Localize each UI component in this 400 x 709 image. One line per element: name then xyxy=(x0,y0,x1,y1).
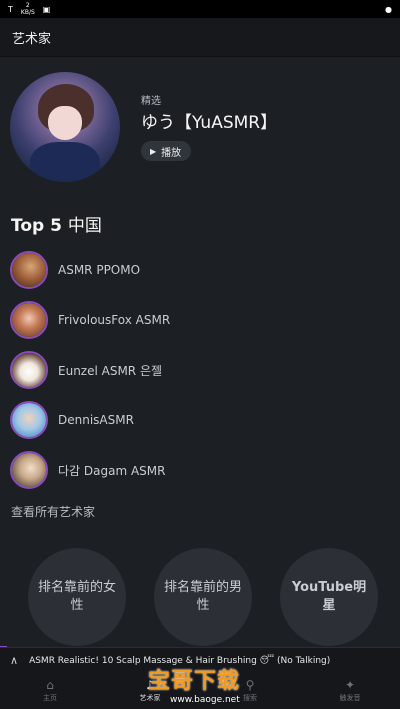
nav-item-label: 触发音 xyxy=(339,694,361,702)
image-icon: ▣ xyxy=(42,4,51,14)
category-youtube-stars[interactable]: YouTube明星 xyxy=(280,548,378,646)
featured-title[interactable]: ゆう【YuASMR】 xyxy=(141,108,277,133)
featured-avatar[interactable] xyxy=(10,72,120,182)
avatar[interactable] xyxy=(10,401,48,439)
category-top-male[interactable]: 排名靠前的男性 xyxy=(154,548,252,646)
home-icon: ⌂ xyxy=(46,678,54,692)
nav-item-label: 艺术家 xyxy=(139,694,161,702)
section-title-region: 中国 xyxy=(67,216,102,236)
artist-name[interactable]: DennisASMR xyxy=(58,413,134,427)
nav-item-triggers[interactable]: ✦ 触发音 xyxy=(300,673,400,709)
network-speed: 2 KB/S xyxy=(21,2,35,16)
bottom-nav: ⌂ 主页 ♪ 艺术家 ⚲ 搜索 ✦ 触发音 xyxy=(0,673,400,709)
avatar-body-shape xyxy=(30,142,100,182)
status-bar: T 2 KB/S ▣ ● xyxy=(0,0,400,18)
nav-item-label: 搜索 xyxy=(243,694,257,702)
page-title: 艺术家 xyxy=(12,31,52,47)
list-item[interactable]: ASMR PPOMO xyxy=(10,245,390,295)
sparkle-icon: ✦ xyxy=(344,678,356,692)
section-title-bold: Top 5 xyxy=(11,216,62,236)
network-speed-unit: KB/S xyxy=(20,9,35,16)
list-item[interactable]: 다감 Dagam ASMR xyxy=(10,445,390,495)
now-playing-bar[interactable]: ∧ ASMR Realistic! 10 Scalp Massage & Hai… xyxy=(0,647,400,673)
artist-icon: ♪ xyxy=(146,678,154,692)
artist-name[interactable]: ASMR PPOMO xyxy=(58,263,140,277)
avatar[interactable] xyxy=(10,451,48,489)
artist-name[interactable]: Eunzel ASMR 은젤 xyxy=(58,362,162,379)
play-icon: ▶ xyxy=(150,146,157,156)
network-speed-value: 2 xyxy=(25,2,30,9)
featured-artist[interactable]: 精选 ゆう【YuASMR】 ▶ 播放 xyxy=(10,72,390,182)
list-item[interactable]: FrivolousFox ASMR xyxy=(10,295,390,345)
avatar[interactable] xyxy=(10,351,48,389)
nav-item-home[interactable]: ⌂ 主页 xyxy=(0,673,100,709)
avatar-face-shape xyxy=(48,106,82,140)
artist-name[interactable]: FrivolousFox ASMR xyxy=(58,313,170,327)
list-item[interactable]: Eunzel ASMR 은젤 xyxy=(10,345,390,395)
section-title: Top 5 中国 xyxy=(11,211,102,236)
chevron-up-icon[interactable]: ∧ xyxy=(10,654,18,667)
nav-item-artists[interactable]: ♪ 艺术家 xyxy=(100,673,200,709)
search-icon: ⚲ xyxy=(245,678,255,692)
now-playing-title[interactable]: ASMR Realistic! 10 Scalp Massage & Hair … xyxy=(29,656,330,666)
list-item[interactable]: DennisASMR xyxy=(10,395,390,445)
artist-list: ASMR PPOMO FrivolousFox ASMR Eunzel ASMR… xyxy=(10,245,390,495)
artist-name[interactable]: 다감 Dagam ASMR xyxy=(58,462,165,479)
play-button[interactable]: ▶ 播放 xyxy=(141,141,192,161)
status-dot-icon: ● xyxy=(385,4,392,14)
nav-item-label: 主页 xyxy=(43,694,57,702)
nav-item-search[interactable]: ⚲ 搜索 xyxy=(200,673,300,709)
avatar[interactable] xyxy=(10,251,48,289)
category-top-female[interactable]: 排名靠前的女性 xyxy=(28,548,126,646)
featured-label: 精选 xyxy=(141,96,161,107)
app-bar: 艺术家 xyxy=(0,18,400,56)
carrier-icon: T xyxy=(8,4,13,14)
view-all-artists-link[interactable]: 查看所有艺术家 xyxy=(11,503,95,520)
divider xyxy=(0,56,400,57)
play-button-label: 播放 xyxy=(161,147,182,159)
avatar[interactable] xyxy=(10,301,48,339)
category-grid: 排名靠前的女性 排名靠前的男性 YouTube明星 xyxy=(28,548,378,646)
